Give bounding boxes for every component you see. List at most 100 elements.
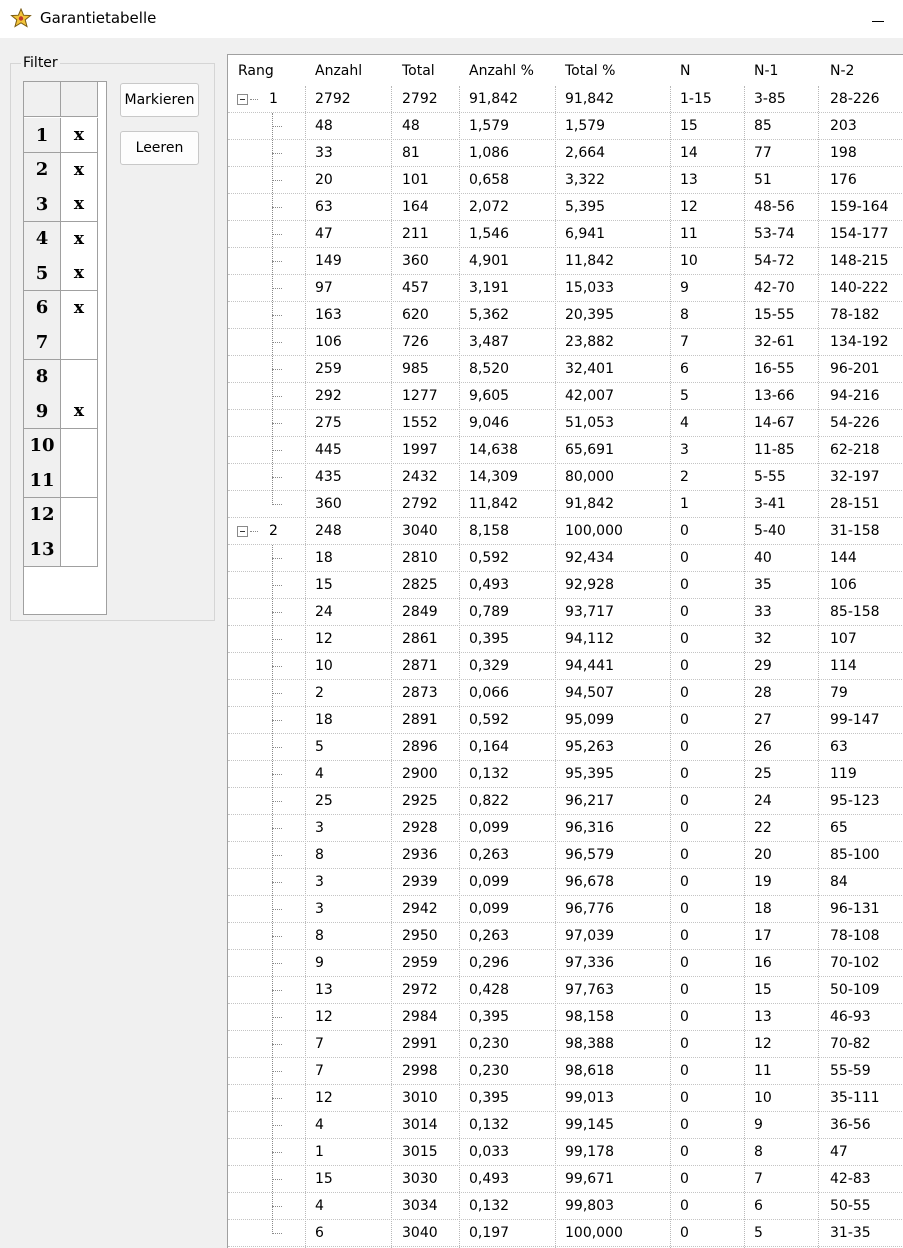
filter-row-mark[interactable] — [61, 428, 98, 464]
filter-row-mark[interactable]: x — [61, 394, 98, 429]
tree-connector — [272, 558, 282, 559]
table-row[interactable]: 3 2928 0,099 96,316 0 22 65 — [228, 815, 903, 842]
filter-row-mark[interactable] — [61, 463, 98, 498]
filter-row[interactable]: 3x — [24, 187, 98, 222]
filter-row-mark[interactable]: x — [61, 221, 98, 257]
table-row[interactable]: 8 2950 0,263 97,039 0 17 78-108 — [228, 923, 903, 950]
table-row[interactable]: 7 2998 0,230 98,618 0 11 55-59 — [228, 1058, 903, 1085]
table-cell: 10 — [315, 658, 333, 674]
table-cell: 97,336 — [565, 955, 614, 971]
table-row[interactable]: 47 211 1,546 6,941 11 53-74 154-177 — [228, 221, 903, 248]
filter-row-mark[interactable]: x — [61, 152, 98, 188]
filter-row[interactable]: 9x — [24, 394, 98, 429]
table-row[interactable]: 15 2825 0,493 92,928 0 35 106 — [228, 572, 903, 599]
filter-row[interactable]: 2x — [24, 152, 98, 188]
table-row[interactable]: 63 164 2,072 5,395 12 48-56 159-164 — [228, 194, 903, 221]
filter-row[interactable]: 11 — [24, 463, 98, 498]
table-row[interactable]: 8 2936 0,263 96,579 0 20 85-100 — [228, 842, 903, 869]
tree-connector — [250, 531, 258, 532]
table-row[interactable]: 106 726 3,487 23,882 7 32-61 134-192 — [228, 329, 903, 356]
minimize-button[interactable] — [858, 0, 898, 38]
guarantee-table[interactable]: Rang Anzahl Total Anzahl % Total % N N-1 N-2 12… — [227, 54, 903, 1248]
table-cell: 0,592 — [469, 550, 510, 566]
table-row[interactable]: 20 101 0,658 3,322 13 51 176 — [228, 167, 903, 194]
table-row[interactable]: 18 2810 0,592 92,434 0 40 144 — [228, 545, 903, 572]
table-row[interactable]: 3 2942 0,099 96,776 0 18 96-131 — [228, 896, 903, 923]
tree-connector — [272, 828, 282, 829]
filter-row-mark[interactable]: x — [61, 256, 98, 291]
collapse-icon[interactable] — [237, 526, 248, 537]
filter-row[interactable]: 7 — [24, 325, 98, 360]
filter-row-mark[interactable]: x — [61, 187, 98, 222]
column-header[interactable]: Total % — [565, 63, 615, 79]
filter-row[interactable]: 13 — [24, 532, 98, 567]
table-cell: 106 — [830, 577, 857, 593]
table-row[interactable]: 48 48 1,579 1,579 15 85 203 — [228, 113, 903, 140]
table-cell: 98,388 — [565, 1036, 614, 1052]
column-header[interactable]: N — [680, 63, 690, 79]
table-row[interactable]: 435 2432 14,309 80,000 2 5-55 32-197 — [228, 464, 903, 491]
filter-row[interactable]: 12 — [24, 497, 98, 533]
table-row[interactable]: 445 1997 14,638 65,691 3 11-85 62-218 — [228, 437, 903, 464]
filter-row[interactable]: 8 — [24, 359, 98, 395]
table-row[interactable]: 1 3015 0,033 99,178 0 8 47 — [228, 1139, 903, 1166]
tree-connector — [272, 774, 282, 775]
table-row[interactable]: 12 2984 0,395 98,158 0 13 46-93 — [228, 1004, 903, 1031]
table-row[interactable]: 2 2873 0,066 94,507 0 28 79 — [228, 680, 903, 707]
table-row[interactable]: 97 457 3,191 15,033 9 42-70 140-222 — [228, 275, 903, 302]
filter-row[interactable]: 4x — [24, 221, 98, 257]
table-row[interactable]: 15 3030 0,493 99,671 0 7 42-83 — [228, 1166, 903, 1193]
table-row[interactable]: 33 81 1,086 2,664 14 77 198 — [228, 140, 903, 167]
table-cell: 97 — [315, 280, 333, 296]
table-group-row[interactable]: 1 2792 2792 91,842 91,842 1-15 3-85 28-226 — [228, 86, 903, 113]
table-row[interactable]: 4 3014 0,132 99,145 0 9 36-56 — [228, 1112, 903, 1139]
table-cell: 0 — [680, 1063, 689, 1079]
markieren-button[interactable]: Markieren — [120, 83, 199, 117]
column-header[interactable]: N-1 — [754, 63, 778, 79]
table-cell: 2928 — [402, 820, 438, 836]
column-header[interactable]: Total — [402, 63, 435, 79]
table-row[interactable]: 4 2900 0,132 95,395 0 25 119 — [228, 761, 903, 788]
table-row[interactable]: 25 2925 0,822 96,217 0 24 95-123 — [228, 788, 903, 815]
table-row[interactable]: 12 2861 0,395 94,112 0 32 107 — [228, 626, 903, 653]
table-row[interactable]: 163 620 5,362 20,395 8 15-55 78-182 — [228, 302, 903, 329]
table-row[interactable]: 12 3010 0,395 99,013 0 10 35-111 — [228, 1085, 903, 1112]
leeren-button[interactable]: Leeren — [120, 131, 199, 165]
table-row[interactable]: 10 2871 0,329 94,441 0 29 114 — [228, 653, 903, 680]
table-row[interactable]: 149 360 4,901 11,842 10 54-72 148-215 — [228, 248, 903, 275]
table-row[interactable]: 292 1277 9,605 42,007 5 13-66 94-216 — [228, 383, 903, 410]
filter-row-mark[interactable] — [61, 359, 98, 395]
table-row[interactable]: 7 2991 0,230 98,388 0 12 70-82 — [228, 1031, 903, 1058]
filter-row-mark[interactable] — [61, 532, 98, 567]
table-row[interactable]: 275 1552 9,046 51,053 4 14-67 54-226 — [228, 410, 903, 437]
table-row[interactable]: 9 2959 0,296 97,336 0 16 70-102 — [228, 950, 903, 977]
tree-connector — [272, 207, 282, 208]
table-row[interactable]: 13 2972 0,428 97,763 0 15 50-109 — [228, 977, 903, 1004]
filter-row-mark[interactable]: x — [61, 290, 98, 326]
collapse-icon[interactable] — [237, 94, 248, 105]
column-header[interactable]: Anzahl — [315, 63, 362, 79]
table-row[interactable]: 259 985 8,520 32,401 6 16-55 96-201 — [228, 356, 903, 383]
filter-row[interactable]: 5x — [24, 256, 98, 291]
table-cell: 96-201 — [830, 361, 880, 377]
filter-row[interactable]: 1x — [24, 118, 98, 153]
table-row[interactable]: 6 3040 0,197 100,000 0 5 31-35 — [228, 1220, 903, 1247]
filter-row[interactable]: 6x — [24, 290, 98, 326]
table-row[interactable]: 18 2891 0,592 95,099 0 27 99-147 — [228, 707, 903, 734]
table-group-row[interactable]: 2 248 3040 8,158 100,000 0 5-40 31-158 — [228, 518, 903, 545]
column-header[interactable]: N-2 — [830, 63, 854, 79]
column-header[interactable]: Rang — [238, 63, 274, 79]
table-row[interactable]: 3 2939 0,099 96,678 0 19 84 — [228, 869, 903, 896]
filter-row-mark[interactable] — [61, 325, 98, 360]
filter-row-mark[interactable]: x — [61, 118, 98, 153]
table-row[interactable]: 24 2849 0,789 93,717 0 33 85-158 — [228, 599, 903, 626]
tree-connector — [272, 180, 282, 181]
table-row[interactable]: 5 2896 0,164 95,263 0 26 63 — [228, 734, 903, 761]
table-row[interactable]: 4 3034 0,132 99,803 0 6 50-55 — [228, 1193, 903, 1220]
filter-row-mark[interactable] — [61, 497, 98, 533]
filter-row[interactable]: 10 — [24, 428, 98, 464]
column-header[interactable]: Anzahl % — [469, 63, 534, 79]
filter-grid[interactable]: 1 x 2 x 3 x 4 x 5 x 6 x 7 8 9 x 10 11 12 13 — [23, 81, 107, 615]
tree-connector — [272, 612, 282, 613]
table-row[interactable]: 360 2792 11,842 91,842 1 3-41 28-151 — [228, 491, 903, 518]
